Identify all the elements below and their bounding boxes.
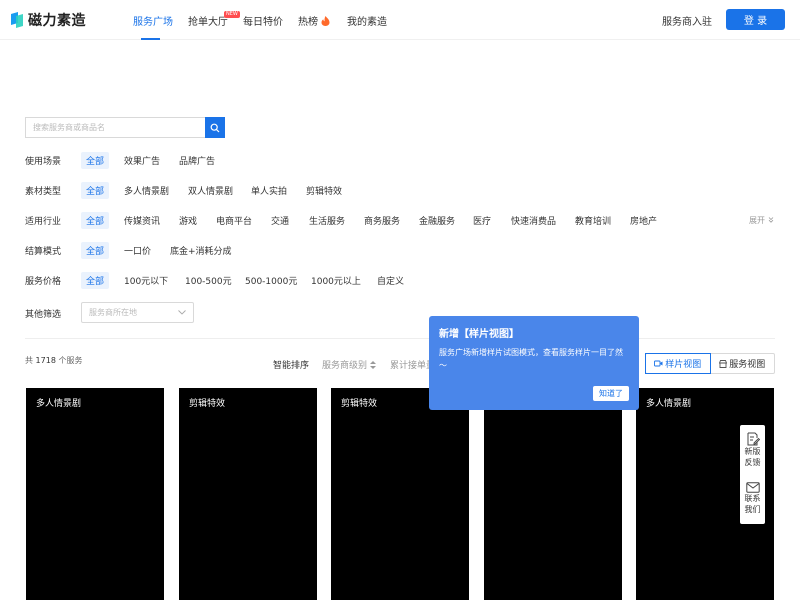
filter-material-option[interactable]: 剪辑特效 xyxy=(306,184,342,197)
service-view-label: 服务视图 xyxy=(729,360,766,370)
filter-industry-option[interactable]: 金融服务 xyxy=(419,214,455,227)
logo[interactable]: 磁力素造 xyxy=(10,10,86,30)
filter-industry-option[interactable]: 医疗 xyxy=(473,214,491,227)
merchant-join-link[interactable]: 服务商入驻 xyxy=(662,13,712,28)
filter-price-option[interactable]: 自定义 xyxy=(377,274,404,287)
sample-card[interactable]: 剪辑特效 xyxy=(331,388,469,600)
filter-industry-all[interactable]: 全部 xyxy=(81,212,110,229)
location-select[interactable]: 服务商所在地 xyxy=(81,302,194,323)
filter-settle-option[interactable]: 一口价 xyxy=(124,244,151,257)
floating-sidebar: 新版反馈 联系我们 xyxy=(740,425,765,524)
filter-scene-option[interactable]: 品牌广告 xyxy=(179,154,215,167)
expand-toggle[interactable]: 展开 xyxy=(749,215,774,226)
search-bar: 搜索服务商或商品名 xyxy=(25,117,225,138)
filter-industry-option[interactable]: 生活服务 xyxy=(309,214,345,227)
sample-card[interactable]: 多人情景剧 xyxy=(26,388,164,600)
filter-industry-option[interactable]: 快速消费品 xyxy=(511,214,556,227)
nav-order-hall[interactable]: 抢单大厅 xyxy=(188,13,228,28)
shop-icon xyxy=(719,359,728,368)
sample-view-button[interactable]: 样片视图 xyxy=(645,353,711,374)
sample-card[interactable] xyxy=(484,388,622,600)
popover-title: 新增【样片视图】 xyxy=(439,329,519,340)
filter-material-option[interactable]: 多人情景剧 xyxy=(124,184,169,197)
sample-view-label: 样片视图 xyxy=(665,360,702,370)
feedback-label: 新版反馈 xyxy=(744,447,761,467)
sort-smart[interactable]: 智能排序 xyxy=(273,358,309,371)
total-prefix: 共 xyxy=(25,356,33,365)
filter-settle-option[interactable]: 底金+消耗分成 xyxy=(170,244,232,257)
filter-industry-option[interactable]: 传媒资讯 xyxy=(124,214,160,227)
card-label: 多人情景剧 xyxy=(646,399,692,409)
filter-price-all[interactable]: 全部 xyxy=(81,272,110,289)
filter-industry-option[interactable]: 商务服务 xyxy=(364,214,400,227)
filter-industry-option[interactable]: 电商平台 xyxy=(216,214,252,227)
nav-my-suzao[interactable]: 我的素造 xyxy=(347,13,387,28)
filter-price-option[interactable]: 500-1000元 xyxy=(245,274,297,287)
filter-label-material: 素材类型 xyxy=(25,187,62,197)
total-count: 共 1718 个服务 xyxy=(25,355,82,366)
contact-button[interactable]: 联系我们 xyxy=(740,482,765,515)
filter-industry-option[interactable]: 教育培训 xyxy=(575,214,611,227)
filter-label-scene: 使用场景 xyxy=(25,157,62,167)
service-view-button[interactable]: 服务视图 xyxy=(711,354,775,373)
sort-level-label: 服务商级别 xyxy=(322,361,368,371)
card-label: 剪辑特效 xyxy=(341,399,378,409)
mail-icon xyxy=(745,482,760,493)
chevron-down-icon xyxy=(178,310,186,315)
filter-scene-all[interactable]: 全部 xyxy=(81,152,110,169)
filter-scene-option[interactable]: 效果广告 xyxy=(124,154,160,167)
filter-price-option[interactable]: 100元以下 xyxy=(124,274,168,287)
filter-industry-option[interactable]: 交通 xyxy=(271,214,289,227)
filter-industry-option[interactable]: 房地产 xyxy=(630,214,657,227)
fire-icon xyxy=(321,16,330,26)
new-badge: NEW xyxy=(224,11,240,18)
filter-label-industry: 适用行业 xyxy=(25,217,62,227)
filter-label-price: 服务价格 xyxy=(25,277,62,287)
card-label: 剪辑特效 xyxy=(189,399,226,409)
sample-card[interactable]: 剪辑特效 xyxy=(179,388,317,600)
filter-material-option[interactable]: 双人情景剧 xyxy=(188,184,233,197)
popover-body: 服务广场新增样片试图模式，查看服务样片一目了然～ xyxy=(439,348,623,370)
nav-hot-list[interactable]: 热榜 xyxy=(298,13,330,28)
filter-price-option[interactable]: 100-500元 xyxy=(185,274,232,287)
location-select-placeholder: 服务商所在地 xyxy=(89,308,137,317)
feedback-button[interactable]: 新版反馈 xyxy=(740,432,765,468)
view-toggle: 样片视图 服务视图 xyxy=(645,353,775,374)
card-label: 多人情景剧 xyxy=(36,399,82,409)
divider xyxy=(25,338,775,339)
filter-settle-all[interactable]: 全部 xyxy=(81,242,110,259)
top-header: 磁力素造 服务广场 抢单大厅 NEW 每日特价 热榜 我的素造 服务商入驻 登 … xyxy=(0,0,800,40)
nav-active-indicator xyxy=(141,38,160,40)
filter-label-settle: 结算模式 xyxy=(25,247,62,257)
expand-label: 展开 xyxy=(749,216,765,225)
new-feature-popover: 新增【样片视图】 服务广场新增样片试图模式，查看服务样片一目了然～ 知道了 xyxy=(429,316,639,410)
double-chevron-down-icon xyxy=(768,217,773,223)
search-icon xyxy=(210,123,220,132)
total-suffix: 个服务 xyxy=(58,356,83,365)
filter-material-all[interactable]: 全部 xyxy=(81,182,110,199)
got-it-button[interactable]: 知道了 xyxy=(593,386,629,401)
video-icon xyxy=(654,360,663,367)
filter-material-option[interactable]: 单人实拍 xyxy=(251,184,287,197)
search-button[interactable] xyxy=(205,117,225,138)
login-button[interactable]: 登 录 xyxy=(726,9,785,30)
contact-label: 联系我们 xyxy=(744,494,761,514)
logo-text: 磁力素造 xyxy=(28,13,86,29)
filter-industry-option[interactable]: 游戏 xyxy=(179,214,197,227)
nav-hot-list-label: 热榜 xyxy=(298,17,318,28)
sort-arrows-icon xyxy=(369,361,376,369)
filter-label-other: 其他筛选 xyxy=(25,310,62,320)
logo-icon xyxy=(11,12,23,28)
sort-level[interactable]: 服务商级别 xyxy=(322,358,376,371)
search-input[interactable]: 搜索服务商或商品名 xyxy=(25,117,205,138)
filter-price-option[interactable]: 1000元以上 xyxy=(311,274,361,287)
nav-daily-deal[interactable]: 每日特价 xyxy=(243,13,283,28)
nav-service-square[interactable]: 服务广场 xyxy=(133,13,173,28)
edit-note-icon xyxy=(747,432,760,446)
total-number: 1718 xyxy=(35,356,56,365)
